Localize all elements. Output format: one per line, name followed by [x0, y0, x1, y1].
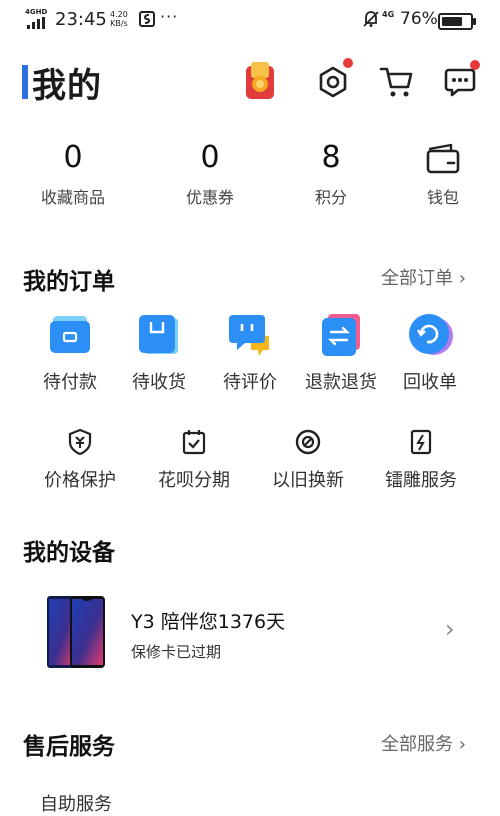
stat-label: 优惠券 [185, 188, 234, 207]
circle-slash-icon [295, 429, 321, 455]
order-pending-payment[interactable]: 待付款 [22, 312, 118, 394]
order-label: 待评价 [223, 372, 277, 393]
all-services-link[interactable]: 全部服务 › [381, 730, 466, 756]
after-sales-section-title: 售后服务 [23, 734, 115, 760]
status-bar: 4GHD 23:45 4.20 KB/s ··· 4G 76% [0, 0, 500, 40]
battery-icon [438, 13, 476, 30]
app-notification-icon [139, 11, 155, 27]
chevron-right-icon: › [458, 268, 466, 289]
all-orders-link[interactable]: 全部订单 › [381, 264, 466, 290]
chevron-right-icon: › [458, 734, 466, 755]
settings-hexagon-icon [319, 66, 347, 98]
stat-value: 0 [200, 140, 220, 175]
order-to-receive[interactable]: 待收货 [111, 312, 207, 394]
stat-points[interactable]: 8 积分 [281, 140, 381, 208]
clock: 23:45 [55, 9, 107, 30]
order-refund-return[interactable]: 退款退货 [293, 312, 389, 394]
recycle-icon [409, 314, 453, 355]
red-packet-icon [246, 62, 274, 99]
wallet-icon [393, 140, 493, 176]
service-price-protection[interactable]: 价格保护 [32, 428, 128, 492]
signal-bars-icon [27, 17, 45, 29]
order-recycle[interactable]: 回收单 [382, 312, 478, 394]
order-to-review[interactable]: 待评价 [202, 312, 298, 394]
settings-button[interactable] [313, 58, 353, 102]
stat-wallet[interactable]: 钱包 [393, 140, 493, 208]
title-accent-bar [22, 65, 28, 99]
all-services-label: 全部服务 [381, 734, 453, 755]
network-type: 4GHD [25, 8, 48, 16]
red-packet-button[interactable] [240, 62, 280, 102]
wallet-card-icon [50, 316, 90, 353]
order-label: 待收货 [132, 372, 186, 393]
order-label: 回收单 [403, 372, 457, 393]
device-name: Y3 陪伴您1376天 [131, 611, 286, 633]
service-label: 镭雕服务 [385, 470, 457, 491]
cart-button[interactable] [377, 62, 417, 102]
network-speed: 4.20 KB/s [110, 10, 128, 28]
settings-badge [343, 58, 353, 68]
orders-section-title: 我的订单 [23, 269, 115, 295]
service-huabei-installment[interactable]: 花呗分期 [146, 428, 242, 492]
more-notifications-icon: ··· [160, 7, 179, 26]
service-laser-engraving[interactable]: 镭雕服务 [373, 428, 469, 492]
chat-bubble-icon [229, 315, 269, 356]
page-title: 我的 [32, 66, 102, 106]
stat-value: 8 [321, 140, 341, 175]
calendar-check-icon [182, 430, 206, 455]
battery-percent: 76% [400, 9, 438, 29]
lightning-icon [410, 429, 432, 455]
stat-label: 积分 [314, 188, 347, 207]
box-icon [139, 315, 178, 354]
message-bubble-icon [444, 68, 476, 97]
mute-bell-icon [363, 11, 379, 27]
shopping-cart-icon [379, 67, 413, 97]
exchange-icon [322, 314, 360, 356]
service-trade-in[interactable]: 以旧换新 [260, 428, 356, 492]
phone-image [47, 596, 105, 668]
self-service-item[interactable]: 自助服务 [40, 790, 112, 816]
stat-label: 收藏商品 [40, 188, 105, 207]
order-label: 退款退货 [305, 372, 377, 393]
device-card[interactable]: Y3 陪伴您1376天 保修卡已过期 › [0, 585, 500, 680]
shield-yuan-icon [68, 428, 92, 456]
service-label: 花呗分期 [158, 470, 230, 491]
chevron-right-icon: › [445, 615, 455, 643]
stat-label: 钱包 [426, 188, 459, 207]
mobile-data-label: 4G [382, 10, 395, 19]
stat-value: 0 [63, 140, 83, 175]
messages-button[interactable] [440, 60, 480, 102]
order-label: 待付款 [43, 372, 97, 393]
stat-favorites[interactable]: 0 收藏商品 [23, 140, 123, 208]
devices-section-title: 我的设备 [23, 540, 115, 566]
messages-badge [470, 60, 480, 70]
all-orders-label: 全部订单 [381, 268, 453, 289]
warranty-status: 保修卡已过期 [131, 643, 222, 661]
stat-coupons[interactable]: 0 优惠券 [160, 140, 260, 208]
service-label: 以旧换新 [272, 470, 344, 491]
service-label: 价格保护 [44, 470, 116, 491]
